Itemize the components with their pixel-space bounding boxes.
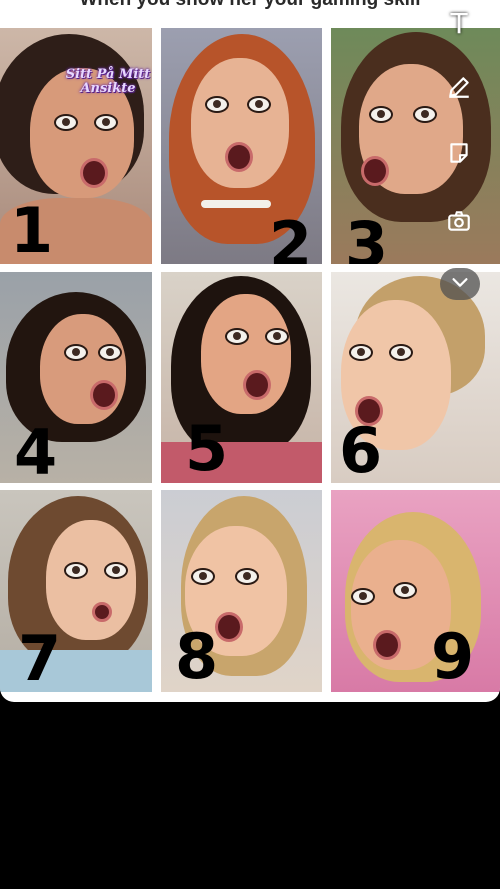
number-label-5: 5 <box>185 412 229 483</box>
photo-cell-5: 5 <box>161 272 322 483</box>
number-label-7: 7 <box>18 622 62 692</box>
pen-icon <box>446 74 472 105</box>
more-tools-button[interactable] <box>440 268 480 300</box>
photo-cell-4: 4 <box>0 272 152 483</box>
photo-cell-3: 3 <box>331 28 500 264</box>
text-tool-button[interactable]: T <box>444 6 474 40</box>
photo-cell-8: 8 <box>161 490 322 692</box>
number-label-1: 1 <box>10 194 54 264</box>
photo-grid: Sitt På Mitt Ansikte 1 2 3 4 5 6 7 8 9 <box>0 28 500 692</box>
photo-cell-7: 7 <box>0 490 152 692</box>
photo-cell-9: 9 <box>331 490 500 692</box>
meme-card: When you show her your gaming skill Sitt… <box>0 0 500 702</box>
meme-caption: When you show her your gaming skill <box>0 0 500 14</box>
photo-cell-2: 2 <box>161 28 322 264</box>
number-label-9: 9 <box>431 620 475 692</box>
number-label-2: 2 <box>269 208 313 265</box>
text-tool-icon: T <box>450 6 468 40</box>
number-label-6: 6 <box>339 414 383 483</box>
sticker-icon <box>446 140 472 171</box>
photo-cell-1: Sitt På Mitt Ansikte 1 <box>0 28 152 264</box>
empty-area <box>0 702 500 889</box>
camera-tool-button[interactable] <box>444 208 474 238</box>
watermark-text: Sitt På Mitt Ansikte <box>65 67 151 96</box>
sticker-tool-button[interactable] <box>444 140 474 170</box>
camera-rotate-icon <box>446 208 472 239</box>
pen-tool-button[interactable] <box>444 74 474 104</box>
number-label-3: 3 <box>345 208 389 265</box>
number-label-4: 4 <box>14 416 58 484</box>
number-label-8: 8 <box>175 620 219 692</box>
photo-cell-6: 6 <box>331 272 500 483</box>
chevron-down-icon <box>449 271 471 298</box>
